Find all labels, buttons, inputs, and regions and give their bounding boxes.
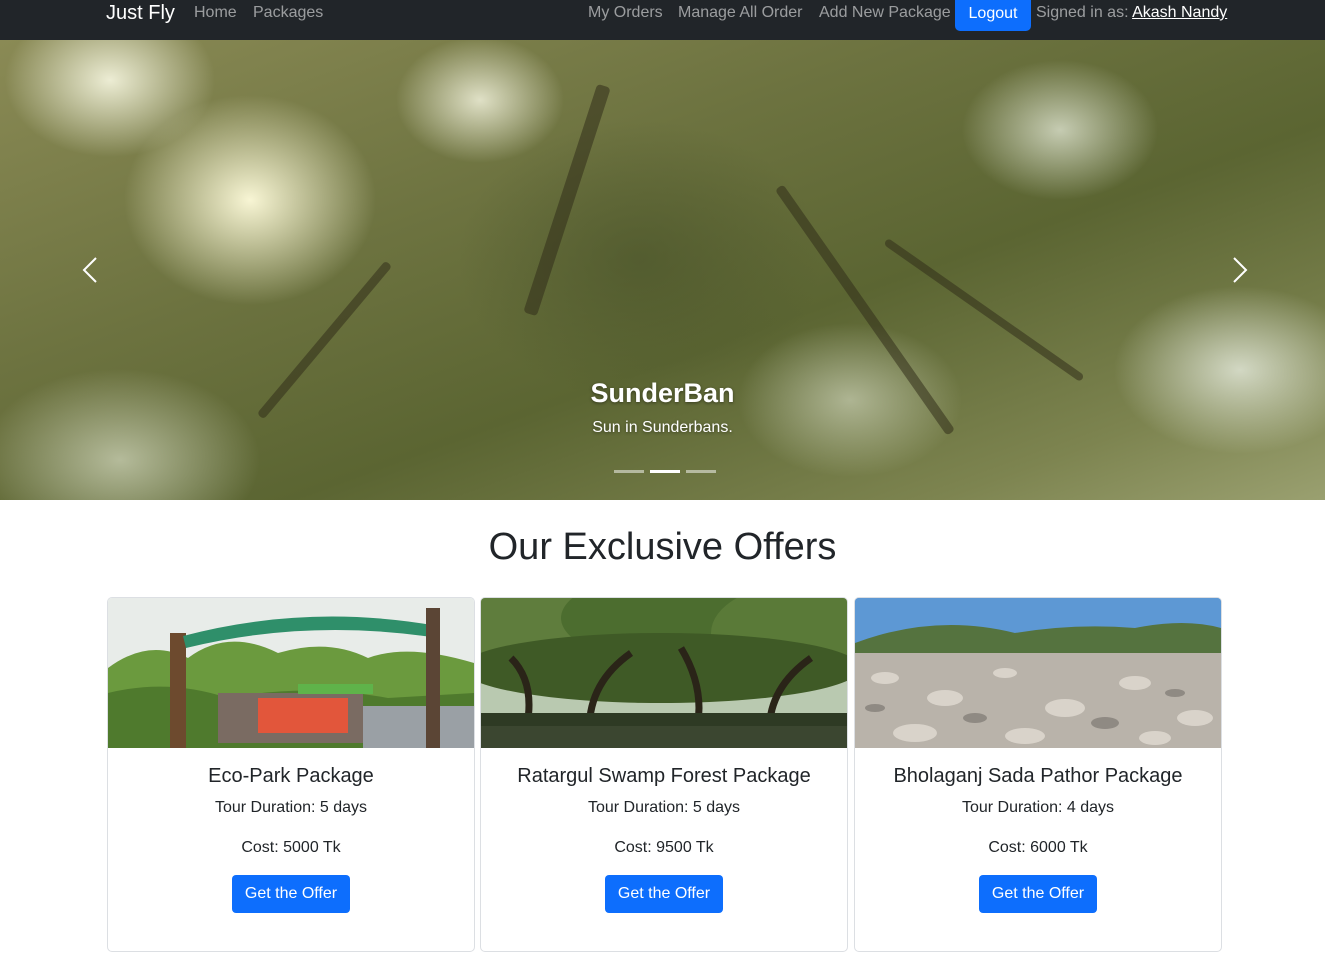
card-cost: Cost: 9500 Tk [614,839,714,856]
card-cost: Cost: 6000 Tk [988,839,1088,856]
top-navbar: Just Fly Home Packages My Orders Manage … [0,0,1325,40]
get-offer-button[interactable]: Get the Offer [232,875,350,913]
carousel-indicator-2[interactable] [650,470,680,473]
logout-button[interactable]: Logout [955,0,1031,31]
card-duration: Tour Duration: 5 days [214,799,368,816]
signed-in-status: Signed in as: Akash Nandy [1036,4,1227,22]
brand-logo[interactable]: Just Fly [106,2,175,25]
get-offer-button[interactable]: Get the Offer [979,875,1097,913]
carousel-prev-icon[interactable] [72,250,112,290]
nav-link-home[interactable]: Home [194,4,237,22]
card-title: Bholaganj Sada Pathor Package [893,765,1183,787]
signed-in-prefix: Signed in as: [1036,4,1129,21]
nav-link-add-new-package[interactable]: Add New Package [819,4,951,22]
nav-link-packages[interactable]: Packages [253,4,323,22]
offer-card: Eco-Park Package Tour Duration: 5 days C… [107,597,475,952]
carousel-indicator-1[interactable] [614,470,644,473]
get-offer-button[interactable]: Get the Offer [605,875,723,913]
nav-link-my-orders[interactable]: My Orders [588,4,663,22]
eco-park-image [108,598,474,748]
carousel-caption: SunderBan Sun in Sunderbans. [0,378,1325,437]
sada-pathor-image [855,598,1221,748]
card-title: Eco-Park Package [208,765,374,787]
nav-link-manage-all-order[interactable]: Manage All Order [678,4,803,22]
user-name-link[interactable]: Akash Nandy [1132,4,1227,21]
card-title: Ratargul Swamp Forest Package [517,765,811,787]
swamp-forest-image [481,598,847,748]
card-duration: Tour Duration: 5 days [587,799,741,816]
hero-carousel: SunderBan Sun in Sunderbans. [0,40,1325,500]
carousel-indicator-3[interactable] [686,470,716,473]
carousel-caption-title: SunderBan [590,378,735,408]
card-cost: Cost: 5000 Tk [241,839,341,856]
carousel-next-icon[interactable] [1218,250,1258,290]
offer-card: Ratargul Swamp Forest Package Tour Durat… [480,597,848,952]
carousel-caption-subtitle: Sun in Sunderbans. [592,419,733,436]
card-duration: Tour Duration: 4 days [961,799,1115,816]
offers-heading: Our Exclusive Offers [488,526,837,568]
offer-card: Bholaganj Sada Pathor Package Tour Durat… [854,597,1222,952]
